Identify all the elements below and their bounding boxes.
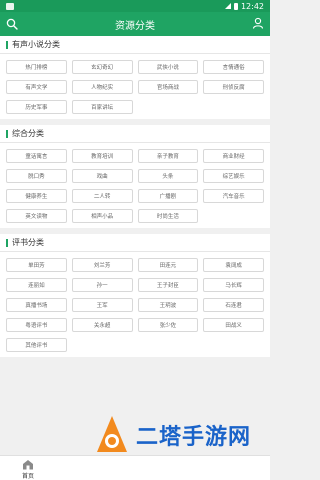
category-tag[interactable]: 教育培训 [71,149,133,163]
section-header: 评书分类 [0,234,270,252]
watermark-logo-icon [97,416,127,452]
category-tag[interactable]: 脱口秀 [6,169,67,183]
category-tag[interactable]: 健康养生 [6,189,67,203]
category-tag[interactable]: 言情通俗 [203,60,264,74]
category-tag[interactable]: 童话寓言 [6,149,67,163]
category-section: 综合分类童话寓言 教育培训 亲子教育 商业财经脱口秀 戏曲 头条 综艺娱乐健康养生 二人转 广播… [0,125,270,228]
user-icon[interactable] [252,17,264,29]
category-tag[interactable]: 有声文学 [6,80,67,94]
category-tag[interactable]: 张少佐 [137,318,199,332]
category-tag[interactable]: 田战义 [203,318,264,332]
category-tag[interactable]: 王子封臣 [137,278,199,292]
category-tag[interactable]: 人物纪实 [71,80,133,94]
category-tag[interactable]: 田连元 [137,258,199,272]
category-tag[interactable]: 广播剧 [137,189,199,203]
notification-icon [6,2,14,10]
category-tag[interactable]: 石连君 [203,298,264,312]
tab-home[interactable]: 首页 [8,459,48,480]
category-tag[interactable]: 头条 [137,169,199,183]
category-tag[interactable]: 亲子教育 [137,149,199,163]
category-tag[interactable]: 武侠小说 [137,60,199,74]
bottom-nav: 首页 [0,455,270,480]
category-tag[interactable]: 百家讲坛 [71,100,133,114]
category-tag[interactable]: 综艺娱乐 [203,169,264,183]
signal-icon [224,3,231,9]
section-header: 有声小说分类 [0,36,270,54]
category-tag[interactable]: 二人转 [71,189,133,203]
page-title: 资源分类 [115,20,155,32]
category-tag[interactable]: 真播书场 [6,298,67,312]
category-tag[interactable]: 官场商战 [137,80,199,94]
category-tag[interactable]: 英文读物 [6,209,67,223]
category-content: 有声小说分类热门排榜 玄幻奇幻 武侠小说 言情通俗有声文学 人物纪实 官场商战 刑侦反腐历史… [0,36,270,456]
category-tag[interactable]: 玄幻奇幻 [71,60,133,74]
category-tag[interactable]: 孙一 [71,278,133,292]
tag-grid: 热门排榜 玄幻奇幻 武侠小说 言情通俗有声文学 人物纪实 官场商战 刑侦反腐历史军事 百家讲坛 [6,60,264,114]
category-tag[interactable]: 连丽如 [6,278,67,292]
section-accent-bar [6,129,8,138]
category-tag[interactable]: 刑侦反腐 [203,80,264,94]
category-tag[interactable]: 马长辉 [203,278,264,292]
status-left [6,2,14,10]
category-tag[interactable]: 戏曲 [71,169,133,183]
battery-icon [233,2,238,10]
category-tag[interactable]: 粤语评书 [6,318,67,332]
app-bar: 资源分类 [0,12,270,36]
section-title: 有声小说分类 [12,40,60,49]
watermark-text: 二塔手游网 [136,425,252,450]
tag-grid: 单田芳 刘兰芳 田连元 袁阔成连丽如 孙一 王子封臣 马长辉真播书场 王军 王玥波 石连君粤语评书… [6,258,264,352]
category-tag[interactable]: 汽车音乐 [203,189,264,203]
category-tag[interactable]: 时尚生活 [137,209,199,223]
category-tag[interactable]: 王玥波 [137,298,199,312]
category-tag[interactable]: 刘兰芳 [71,258,133,272]
category-tag[interactable]: 关永超 [71,318,133,332]
category-tag[interactable]: 袁阔成 [203,258,264,272]
watermark: 二塔手游网 [94,412,264,458]
category-tag[interactable]: 相声小品 [71,209,133,223]
section-accent-bar [6,40,8,49]
status-time: 12:42 [240,1,264,11]
category-tag[interactable]: 单田芳 [6,258,67,272]
category-tag[interactable]: 热门排榜 [6,60,67,74]
section-accent-bar [6,238,8,247]
category-tag[interactable]: 商业财经 [203,149,264,163]
category-section: 评书分类单田芳 刘兰芳 田连元 袁阔成连丽如 孙一 王子封臣 马长辉真播书场 王军 王玥波 石连君… [0,234,270,357]
tab-home-label: 首页 [21,473,34,480]
section-header: 综合分类 [0,125,270,143]
category-tag[interactable]: 王军 [71,298,133,312]
category-tag[interactable]: 历史军事 [6,100,67,114]
category-section: 有声小说分类热门排榜 玄幻奇幻 武侠小说 言情通俗有声文学 人物纪实 官场商战 刑侦反腐历史… [0,36,270,119]
section-title: 综合分类 [12,129,44,138]
search-icon[interactable] [6,18,18,30]
category-tag[interactable]: 其他评书 [6,338,67,352]
status-bar: 12:42 [0,0,270,12]
status-right: 12:42 [224,1,264,11]
section-title: 评书分类 [12,238,44,247]
home-icon [23,460,33,470]
tag-grid: 童话寓言 教育培训 亲子教育 商业财经脱口秀 戏曲 头条 综艺娱乐健康养生 二人转 广播剧 汽车音… [6,149,264,223]
